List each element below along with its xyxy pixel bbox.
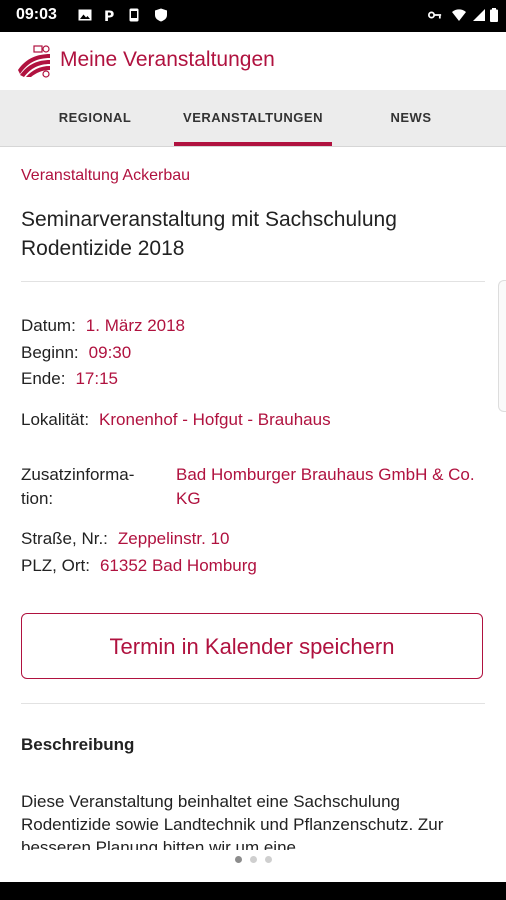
street-row: Straße, Nr.: Zeppelinstr. 10 <box>21 527 229 551</box>
key-icon <box>428 11 442 19</box>
app-bar: Meine Veranstaltungen <box>0 32 506 90</box>
date-row: Datum: 1. März 2018 <box>21 314 185 338</box>
end-label: Ende: <box>21 369 66 388</box>
svg-text:P: P <box>104 9 114 22</box>
street-label: Straße, Nr.: <box>21 529 108 548</box>
logo-icon <box>18 45 50 78</box>
tab-bar: REGIONAL VERANSTALTUNGEN NEWS <box>0 90 506 147</box>
begin-value: 09:30 <box>88 343 132 362</box>
begin-label: Beginn: <box>21 343 79 362</box>
divider <box>21 281 485 282</box>
city-value[interactable]: 61352 Bad Homburg <box>100 556 257 575</box>
page-dot[interactable] <box>264 856 272 863</box>
image-icon <box>78 9 92 21</box>
end-value: 17:15 <box>75 369 118 388</box>
parking-icon: P <box>104 9 114 22</box>
description-heading: Beschreibung <box>21 735 135 754</box>
signal-icon <box>473 9 485 21</box>
event-category: Veranstaltung Ackerbau <box>21 167 191 184</box>
save-to-calendar-button[interactable]: Termin in Kalender speichern <box>21 613 483 679</box>
description-text: Diese Veranstaltung beinhaltet eine Sach… <box>21 792 444 850</box>
shield-icon <box>155 8 167 22</box>
info-label: Zusatzinforma-tion: <box>21 465 135 508</box>
battery-icon <box>490 8 498 22</box>
page-title: Meine Veranstaltungen <box>60 48 275 71</box>
tab-news[interactable]: NEWS <box>332 90 490 146</box>
location-value[interactable]: Kronenhof - Hofgut - Brauhaus <box>99 410 331 429</box>
page-indicator <box>0 850 506 870</box>
date-label: Datum: <box>21 316 76 335</box>
system-navigation-bar <box>0 882 506 900</box>
info-value: Bad Homburger Brauhaus GmbH & Co. KG <box>176 465 475 508</box>
street-value[interactable]: Zeppelinstr. 10 <box>118 529 230 548</box>
phone-icon <box>129 8 139 22</box>
city-label: PLZ, Ort: <box>21 556 90 575</box>
tab-regional[interactable]: REGIONAL <box>0 90 190 146</box>
wifi-icon <box>452 9 466 21</box>
location-label: Lokalität: <box>21 410 90 429</box>
end-row: Ende: 17:15 <box>21 367 118 391</box>
city-row: PLZ, Ort: 61352 Bad Homburg <box>21 554 257 578</box>
status-time: 09:03 <box>16 6 57 23</box>
status-bar: 09:03 P <box>0 0 506 32</box>
page-dot[interactable] <box>234 856 242 863</box>
location-row: Lokalität: Kronenhof - Hofgut - Brauhaus <box>21 408 331 432</box>
event-title: Seminarveranstaltung mit Sachschulung Ro… <box>21 208 397 260</box>
begin-row: Beginn: 09:30 <box>21 341 131 365</box>
tab-indicator <box>174 142 332 146</box>
page-dot[interactable] <box>249 856 257 863</box>
event-detail: Veranstaltung Ackerbau Seminarveranstalt… <box>0 147 506 850</box>
scroll-handle[interactable] <box>498 280 506 412</box>
date-value: 1. März 2018 <box>85 316 186 335</box>
tab-veranstaltungen[interactable]: VERANSTALTUNGEN <box>174 90 332 146</box>
divider <box>21 703 485 704</box>
